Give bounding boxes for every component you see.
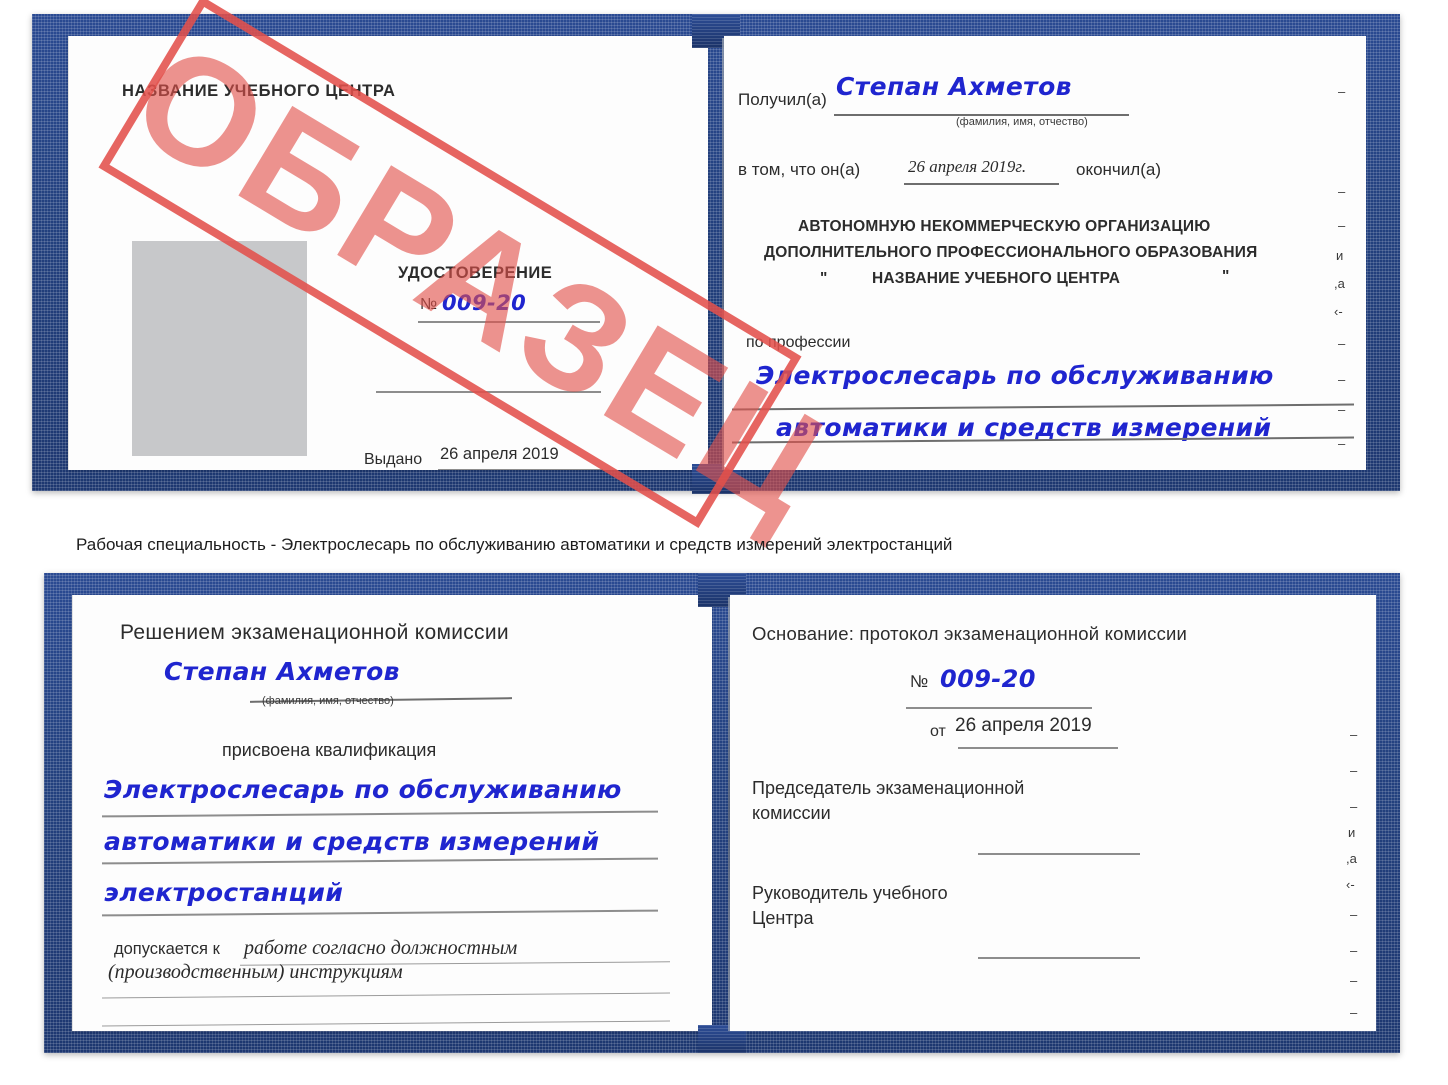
in-that-rule (904, 183, 1059, 185)
organization-quote-close: " (1222, 268, 1230, 285)
photo-placeholder (132, 241, 307, 456)
margin-scrap: и (1348, 825, 1356, 840)
protocol-number-rule (906, 707, 1092, 709)
qualification-rule-2 (102, 857, 658, 864)
margin-scrap: – (1350, 727, 1358, 742)
document-type-title: УДОСТОВЕРЕНИЕ (398, 264, 553, 282)
margin-scrap: ‹- (1346, 877, 1355, 892)
decision-heading: Решением экзаменационной комиссии (120, 621, 509, 644)
admitted-rule-3 (102, 1020, 670, 1027)
blank-rule-1 (376, 391, 601, 393)
protocol-date-value: 26 апреля 2019 (955, 715, 1092, 736)
margin-scrap: – (1350, 763, 1358, 778)
protocol-date-label: от (930, 723, 946, 740)
issued-label: Выдано (364, 451, 423, 468)
margin-scrap: и (1336, 248, 1344, 263)
margin-scrap: ,а (1334, 276, 1345, 291)
issued-rule (438, 469, 603, 470)
organization-line-1: АВТОНОМНУЮ НЕКОММЕРЧЕСКУЮ ОРГАНИЗАЦИЮ (798, 218, 1211, 235)
head-label-line-1: Руководитель учебного (752, 883, 948, 903)
page-title: НАЗВАНИЕ УЧЕБНОГО ЦЕНТРА (122, 82, 396, 100)
name-hint-label: (фамилия, имя, отчество) (262, 695, 394, 707)
certificate-number-label: № (420, 296, 438, 313)
profession-label: по профессии (746, 334, 851, 351)
certificate-top-cover: НАЗВАНИЕ УЧЕБНОГО ЦЕНТРА УДОСТОВЕРЕНИЕ №… (32, 14, 1400, 494)
margin-scrap: – (1338, 336, 1346, 351)
in-that-label: в том, что он(а) (738, 160, 861, 179)
certificate-bottom-right-page: Основание: протокол экзаменационной коми… (730, 595, 1376, 1031)
protocol-number-label: № (910, 672, 929, 691)
qualification-line-1: Электрослесарь по обслуживанию (104, 775, 622, 804)
certificate-bottom-cover: Решением экзаменационной комиссии Степан… (44, 573, 1400, 1053)
protocol-number-value: 009-20 (940, 665, 1036, 693)
margin-scrap: – (1350, 799, 1358, 814)
certificate-number-rule (418, 321, 600, 323)
organization-quote-open: " (820, 270, 828, 287)
qualification-line-2: автоматики и средств измерений (104, 827, 600, 856)
admitted-line-2: (производственным) инструкциям (108, 961, 403, 983)
margin-scrap: – (1338, 436, 1346, 451)
admitted-label: допускается к (114, 940, 220, 958)
profession-rule-1 (732, 403, 1354, 410)
admitted-rule-2 (102, 992, 670, 999)
margin-scrap: ‹- (1334, 304, 1343, 319)
margin-scrap: – (1338, 402, 1346, 417)
margin-scrap: – (1338, 84, 1346, 99)
student-name-value: Степан Ахметов (164, 657, 400, 686)
admitted-line-1: работе согласно должностным (244, 937, 518, 959)
received-label: Получил(а) (738, 90, 827, 109)
basis-label: Основание: протокол экзаменационной коми… (752, 623, 1188, 644)
margin-scrap: – (1350, 943, 1358, 958)
qualification-rule-1 (102, 810, 658, 817)
chairman-signature-rule (978, 853, 1140, 855)
name-hint-label: (фамилия, имя, отчество) (956, 116, 1088, 128)
qualification-line-3: электростанций (104, 878, 344, 907)
certificate-top-right-page: Получил(а) Степан Ахметов (фамилия, имя,… (724, 36, 1366, 470)
margin-scrap: – (1350, 907, 1358, 922)
margin-scrap: – (1338, 372, 1346, 387)
received-value: Степан Ахметов (836, 72, 1072, 101)
margin-scrap: – (1350, 1005, 1358, 1020)
chairman-label-line-1: Председатель экзаменационной (752, 778, 1025, 798)
chairman-label-line-2: комиссии (752, 803, 831, 823)
finished-label: окончил(а) (1076, 160, 1161, 179)
organization-line-2: ДОПОЛНИТЕЛЬНОГО ПРОФЕССИОНАЛЬНОГО ОБРАЗО… (764, 244, 1258, 261)
profession-line-1: Электрослесарь по обслуживанию (756, 361, 1274, 390)
margin-scrap: – (1350, 973, 1358, 988)
margin-scrap: – (1338, 218, 1346, 233)
issued-value: 26 апреля 2019 (440, 445, 559, 463)
protocol-date-rule (958, 747, 1118, 749)
organization-line-3: НАЗВАНИЕ УЧЕБНОГО ЦЕНТРА (872, 270, 1121, 287)
certificate-bottom-left-page: Решением экзаменационной комиссии Степан… (72, 595, 712, 1031)
certificate-number-value: 009-20 (442, 291, 527, 315)
margin-scrap: – (1338, 184, 1346, 199)
qualification-label: присвоена квалификация (222, 740, 437, 760)
in-that-value: 26 апреля 2019г. (908, 157, 1027, 176)
certificate-top-left-page: НАЗВАНИЕ УЧЕБНОГО ЦЕНТРА УДОСТОВЕРЕНИЕ №… (68, 36, 708, 470)
head-signature-rule (978, 957, 1140, 959)
margin-scrap: ,а (1346, 851, 1357, 866)
qualification-rule-3 (102, 909, 658, 916)
head-label-line-2: Центра (752, 908, 814, 928)
caption-text: Рабочая специальность - Электрослесарь п… (76, 535, 953, 554)
